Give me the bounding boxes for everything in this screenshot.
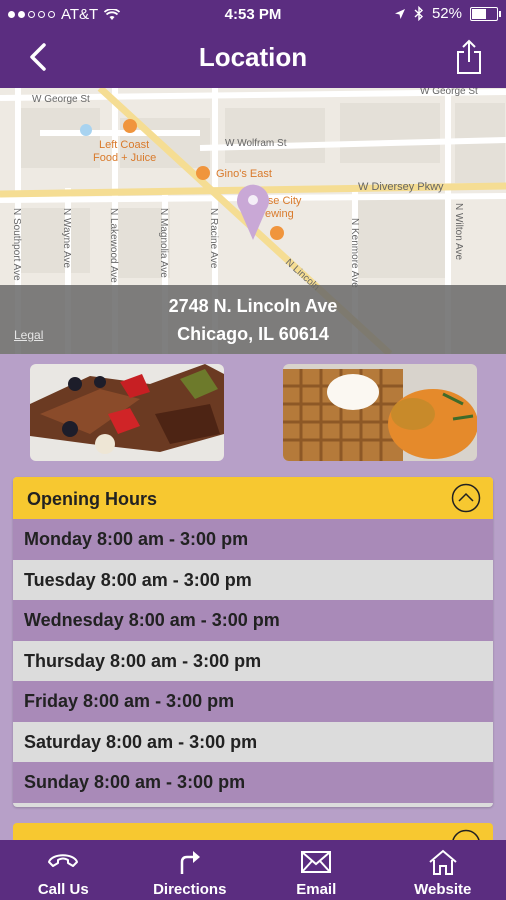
map-label-n-southport: N Southport Ave xyxy=(11,208,22,281)
hours-row-wednesday: Wednesday 8:00 am - 3:00 pm xyxy=(13,600,493,641)
opening-hours-panel: Opening Hours Monday 8:00 am - 3:00 pm T… xyxy=(13,477,493,807)
map-label-n-lakewood: N Lakewood Ave xyxy=(108,208,119,283)
location-map[interactable]: W George St W George St W Wolfram St W D… xyxy=(0,88,506,354)
svg-text:W George St: W George St xyxy=(420,88,478,97)
bluetooth-icon xyxy=(414,6,423,21)
tab-label-email: Email xyxy=(296,881,337,898)
chevron-up-circle-icon[interactable] xyxy=(451,483,481,513)
home-icon xyxy=(429,849,457,875)
page-title: Location xyxy=(198,42,308,72)
hours-row-saturday: Saturday 8:00 am - 3:00 pm xyxy=(13,721,493,762)
hours-row-thursday: Thursday 8:00 am - 3:00 pm xyxy=(13,640,493,681)
opening-hours-title: Opening Hours xyxy=(27,489,157,509)
map-label-n-wayne: N Wayne Ave xyxy=(61,208,72,268)
directions-arrow-icon xyxy=(180,851,200,874)
map-label-w-george: W George St xyxy=(32,94,90,105)
restaurant-poi-icon xyxy=(123,119,137,133)
map-label-n-racine: N Racine Ave xyxy=(208,208,219,269)
map-label-n-kenmore: N Kenmore Ave xyxy=(349,218,360,288)
poi-ginos: Gino's East xyxy=(216,168,272,180)
tab-label-call-us: Call Us xyxy=(37,881,89,898)
navigation-bar: Location xyxy=(0,30,506,88)
tab-email[interactable]: Email xyxy=(253,840,380,900)
status-bar: AT&T 4:53 PM 52% xyxy=(0,0,506,30)
hours-row-sunday: Sunday 8:00 am - 3:00 pm xyxy=(13,762,493,803)
envelope-icon xyxy=(301,851,332,873)
address-line-2: Chicago, IL 60614 xyxy=(177,324,329,344)
hours-row-friday: Friday 8:00 am - 3:00 pm xyxy=(13,681,493,722)
food-photo-waffle[interactable] xyxy=(283,364,477,461)
location-arrow-icon xyxy=(394,8,405,19)
phone-icon xyxy=(48,854,79,867)
tab-call-us[interactable]: Call Us xyxy=(0,840,127,900)
brewery-poi-icon xyxy=(270,226,284,240)
map-label-w-wolfram: W Wolfram St xyxy=(225,138,287,149)
restaurant-poi-icon xyxy=(196,166,210,180)
hours-row-monday: Monday 8:00 am - 3:00 pm xyxy=(13,519,493,560)
hours-row-tuesday: Tuesday 8:00 am - 3:00 pm xyxy=(13,559,493,600)
battery-icon xyxy=(470,6,501,21)
map-label-w-diversey: W Diversey Pkwy xyxy=(358,181,444,193)
poi-left-coast-2: Food + Juice xyxy=(93,152,156,164)
food-photo-french-toast[interactable] xyxy=(30,364,224,461)
poi-left-coast-1: Left Coast xyxy=(99,139,149,151)
tab-label-website: Website xyxy=(414,881,472,898)
battery-percent: 52% xyxy=(431,5,462,22)
map-label-n-wilton: N Wilton Ave xyxy=(453,203,464,260)
tab-label-directions: Directions xyxy=(153,881,227,898)
map-label-n-magnolia: N Magnolia Ave xyxy=(158,208,169,278)
status-indicators: 52% xyxy=(394,5,501,22)
tab-directions[interactable]: Directions xyxy=(127,840,254,900)
bottom-tab-bar: Call Us Directions Email Website xyxy=(0,840,506,900)
address-line-1: 2748 N. Lincoln Ave xyxy=(168,296,338,316)
tab-website[interactable]: Website xyxy=(380,840,506,900)
share-icon[interactable] xyxy=(454,38,484,76)
map-legal-link[interactable]: Legal xyxy=(14,328,43,342)
opening-hours-header[interactable]: Opening Hours xyxy=(13,477,493,519)
